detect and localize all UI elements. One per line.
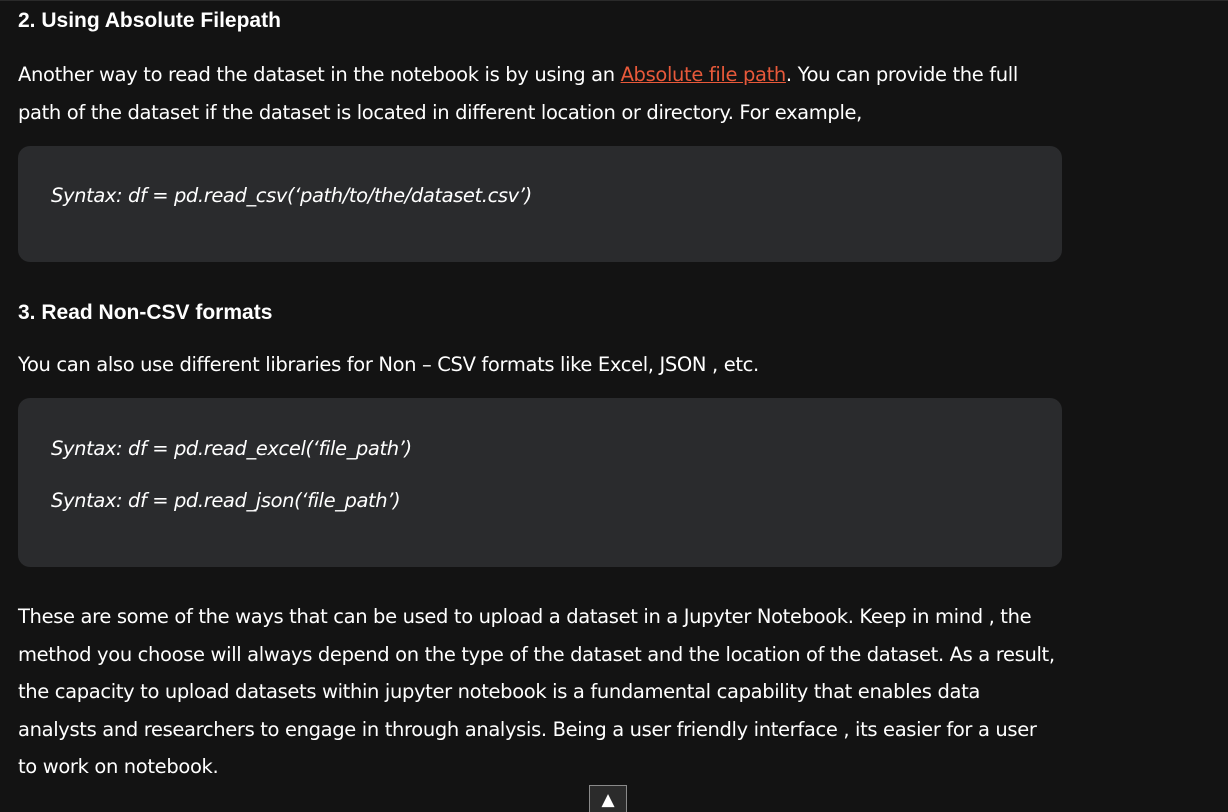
code-line: Syntax: df = pd.read_excel(‘file_path’) bbox=[51, 437, 412, 460]
non-csv-paragraph: You can also use different libraries for… bbox=[18, 353, 759, 376]
absolute-file-path-link[interactable]: Absolute file path bbox=[621, 63, 787, 86]
code-line: Syntax: df = pd.read_csv(‘path/to/the/da… bbox=[51, 184, 532, 207]
conclusion-paragraph: These are some of the ways that can be u… bbox=[18, 605, 1055, 778]
top-divider bbox=[0, 0, 1228, 1]
code-block-excel-json: Syntax: df = pd.read_excel(‘file_path’) … bbox=[18, 398, 1062, 567]
section-heading-absolute-filepath: 2. Using Absolute Filepath bbox=[18, 9, 281, 32]
code-block-read-csv: Syntax: df = pd.read_csv(‘path/to/the/da… bbox=[18, 146, 1062, 262]
section-heading-non-csv-formats: 3. Read Non-CSV formats bbox=[18, 301, 273, 324]
triangle-up-icon: ▲ bbox=[601, 790, 615, 810]
code-line: Syntax: df = pd.read_json(‘file_path’) bbox=[51, 489, 401, 512]
scroll-to-top-button[interactable]: ▲ bbox=[589, 785, 627, 812]
absolute-filepath-paragraph: Another way to read the dataset in the n… bbox=[18, 56, 1058, 131]
paragraph-text-start: Another way to read the dataset in the n… bbox=[18, 63, 621, 86]
